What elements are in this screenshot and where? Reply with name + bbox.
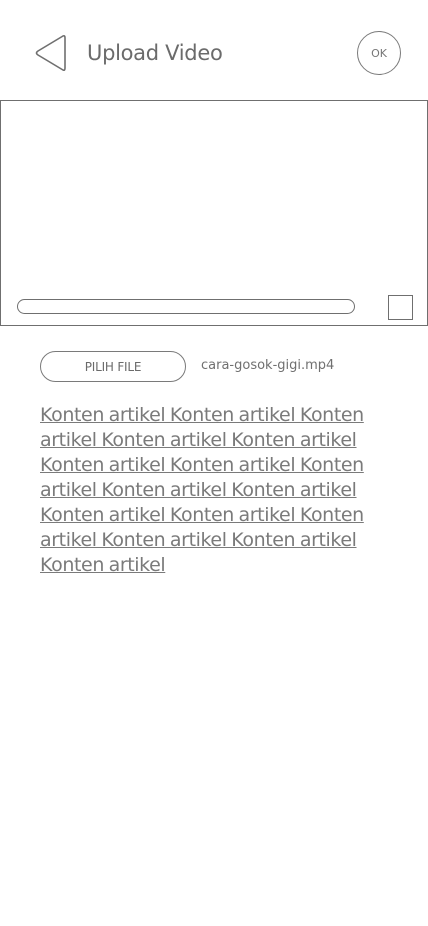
- chevron-left-icon: [35, 34, 66, 72]
- article-content-link[interactable]: Konten artikel Konten artikel Konten art…: [40, 403, 385, 578]
- selected-filename: cara-gosok-gigi.mp4: [201, 358, 335, 373]
- app-header: Upload Video OK: [0, 0, 428, 100]
- video-progress-bar[interactable]: [17, 299, 355, 314]
- page-title: Upload Video: [87, 41, 223, 65]
- video-player[interactable]: [0, 100, 428, 326]
- ok-button[interactable]: OK: [357, 31, 401, 75]
- pick-file-button[interactable]: PILIH FILE: [40, 351, 186, 382]
- fullscreen-icon[interactable]: [388, 295, 413, 320]
- back-button[interactable]: [32, 32, 70, 74]
